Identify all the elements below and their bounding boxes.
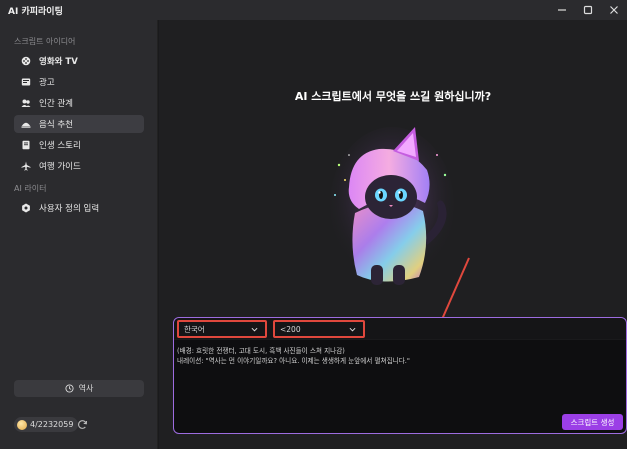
people-icon xyxy=(21,98,31,108)
sidebar-item-label: 여행 가이드 xyxy=(39,162,81,172)
food-icon xyxy=(21,119,31,129)
prompt-line: (배경: 흐릿한 전쟁터, 고대 도시, 흑백 사진들이 스쳐 지나감) xyxy=(177,347,345,355)
length-select-value: <200 xyxy=(280,324,301,334)
ad-icon xyxy=(21,77,31,87)
page-headline: AI 스크립트에서 무엇을 쓰길 원하십니까? xyxy=(294,90,492,103)
cat-illustration xyxy=(330,127,454,285)
sidebar-item-label: 음식 추천 xyxy=(39,120,73,130)
sidebar-item-food[interactable]: 음식 추천 xyxy=(14,115,144,133)
credits-badge: 4/2232059 xyxy=(14,417,79,432)
script-composer: 한국어 <200 (배경: 흐릿한 전쟁터, 고대 도시, 흑백 사진들이 스쳐… xyxy=(173,317,627,434)
prompt-textarea[interactable]: (배경: 흐릿한 전쟁터, 고대 도시, 흑백 사진들이 스쳐 지나감) 내레이… xyxy=(177,346,617,366)
app-title: AI 카피라이팅 xyxy=(8,6,63,17)
airplane-icon xyxy=(21,161,31,171)
language-select-value: 한국어 xyxy=(184,324,205,334)
section-label-ai-writer: AI 라이터 xyxy=(14,184,47,193)
prompt-line: 내레이션: "역사는 먼 이야기일까요? 아니요. 이제는 생생하게 눈앞에서 … xyxy=(177,357,410,365)
chevron-down-icon xyxy=(349,327,356,332)
film-icon xyxy=(21,56,31,66)
refresh-icon[interactable] xyxy=(77,419,88,430)
sidebar-item-ads[interactable]: 광고 xyxy=(14,73,144,91)
sidebar-item-movies-tv[interactable]: 영화와 TV xyxy=(14,52,144,70)
section-label-script-ideas: 스크립트 아이디어 xyxy=(14,37,76,46)
close-icon xyxy=(610,6,618,14)
maximize-button[interactable] xyxy=(575,0,601,20)
options-bar: 한국어 <200 xyxy=(174,318,626,340)
sidebar-item-label: 영화와 TV xyxy=(39,57,78,67)
sidebar-item-label: 광고 xyxy=(39,78,55,88)
sidebar-item-label: 사용자 정의 입력 xyxy=(39,204,100,214)
credits-count: 4/2232059 xyxy=(30,420,74,429)
history-button[interactable]: 역사 xyxy=(14,380,144,397)
close-button[interactable] xyxy=(601,0,627,20)
title-bar: AI 카피라이팅 xyxy=(0,0,627,20)
history-label: 역사 xyxy=(78,384,94,393)
sidebar-item-travel[interactable]: 여행 가이드 xyxy=(14,157,144,175)
minimize-icon xyxy=(558,9,566,11)
window-controls xyxy=(549,0,627,20)
chevron-down-icon xyxy=(251,327,258,332)
book-icon xyxy=(21,140,31,150)
sidebar: 스크립트 아이디어 영화와 TV 광고 인간 관계 음식 추천 인생 스토리 여… xyxy=(0,20,158,449)
history-icon xyxy=(65,384,74,393)
sidebar-item-life-story[interactable]: 인생 스토리 xyxy=(14,136,144,154)
minimize-button[interactable] xyxy=(549,0,575,20)
language-select[interactable]: 한국어 xyxy=(177,320,267,338)
coin-icon xyxy=(17,419,27,430)
length-select[interactable]: <200 xyxy=(273,320,365,338)
sidebar-item-custom-input[interactable]: 사용자 정의 입력 xyxy=(14,199,144,217)
maximize-icon xyxy=(583,5,593,15)
generate-script-button[interactable]: 스크립트 생성 xyxy=(562,414,623,430)
sidebar-item-relationships[interactable]: 인간 관계 xyxy=(14,94,144,112)
sidebar-item-label: 인간 관계 xyxy=(39,99,73,109)
main-panel: AI 스크립트에서 무엇을 쓰길 원하십니까? 한국어 <200 (배경: 흐릿… xyxy=(159,20,627,449)
sidebar-item-label: 인생 스토리 xyxy=(39,141,81,151)
gear-icon xyxy=(21,203,31,213)
